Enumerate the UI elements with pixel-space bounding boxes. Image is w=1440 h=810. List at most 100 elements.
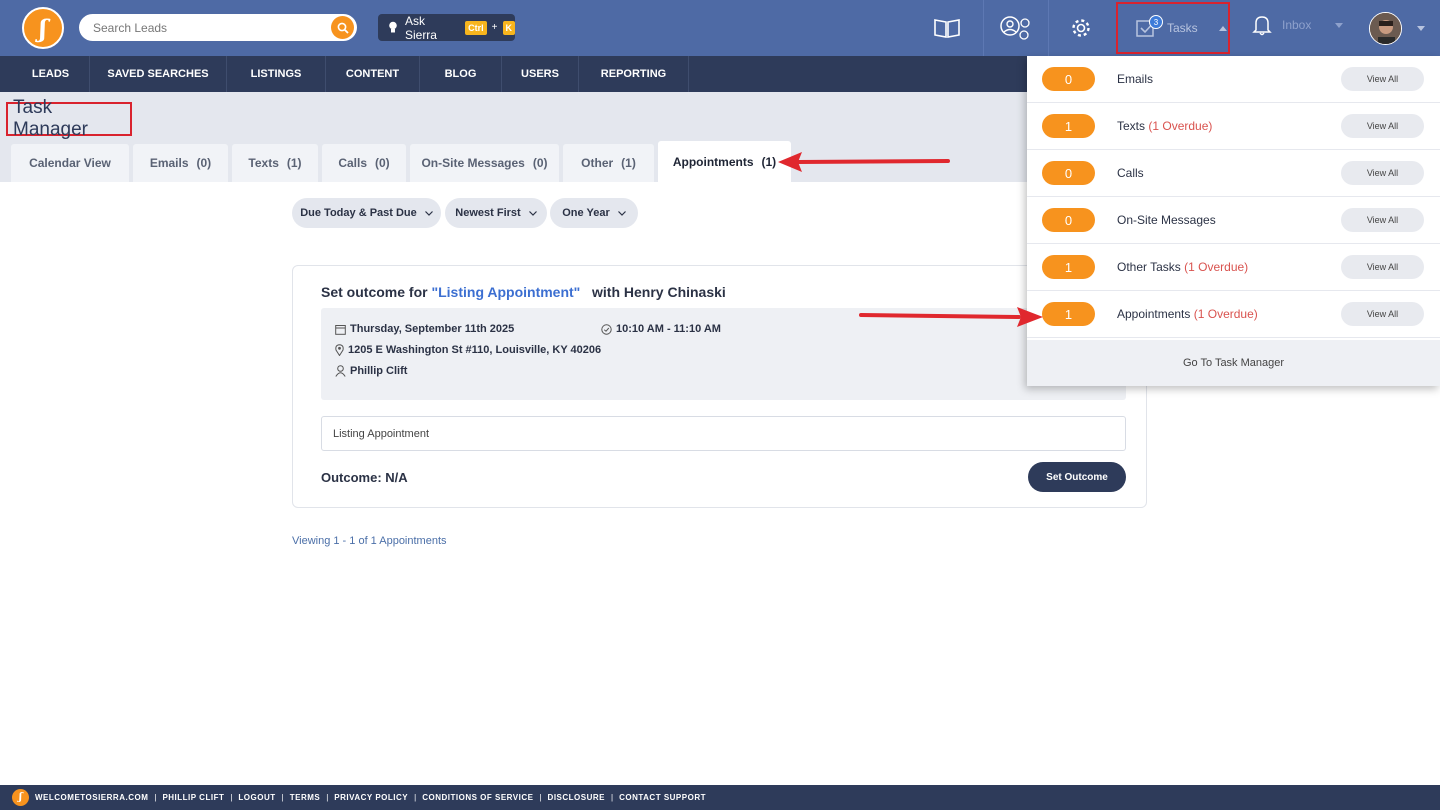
ask-sierra-label: Ask Sierra [404,13,437,42]
view-all-button[interactable]: View All [1341,114,1424,138]
footer-logo: ʃ [12,789,29,806]
nav-leads[interactable]: LEADS [12,56,90,92]
sierra-logo[interactable]: ʃ [22,7,64,49]
tab-count: (0) [375,156,390,170]
footer-separator: | [230,793,233,802]
chevron-down-icon [1335,22,1344,28]
tab-appointments[interactable]: Appointments (1) [658,141,791,182]
agent-text: Phillip Clift [350,365,408,377]
row-label: Emails [1117,72,1154,86]
footer-separator: | [611,793,614,802]
nav-listings[interactable]: LISTINGS [227,56,326,92]
chevron-down-icon [617,210,626,216]
nav-saved-searches[interactable]: SAVED SEARCHES [90,56,227,92]
tasks-menu-button[interactable]: 3 Tasks [1116,2,1230,54]
footer-separator: | [539,793,542,802]
dropdown-row-other-tasks[interactable]: 1 Other Tasks (1 Overdue) View All [1027,244,1440,291]
nav-reporting[interactable]: REPORTING [579,56,689,92]
view-all-button[interactable]: View All [1341,255,1424,279]
search-button[interactable] [331,16,354,39]
tab-count: (0) [196,156,212,170]
tab-calls[interactable]: Calls (0) [322,144,406,182]
tasks-dropdown: 0 Emails View All 1 Texts (1 Overdue) Vi… [1027,56,1440,386]
set-outcome-button[interactable]: Set Outcome [1028,462,1126,492]
row-label: Other Tasks (1 Overdue) [1117,260,1249,274]
settings-button[interactable] [1048,0,1113,56]
user-avatar[interactable] [1369,12,1402,45]
footer-link-support[interactable]: CONTACT SUPPORT [619,793,706,802]
nav-users[interactable]: USERS [502,56,579,92]
appointment-card: Set outcome for "Listing Appointment" wi… [292,265,1147,508]
footer-separator: | [326,793,329,802]
dropdown-row-on-site-messages[interactable]: 0 On-Site Messages View All [1027,197,1440,244]
filter-range[interactable]: One Year [550,198,638,228]
page-title-highlight: Task Manager [6,97,132,140]
bell-icon [1252,16,1272,36]
appointment-address: 1205 E Washington St #110, Louisville, K… [335,344,601,356]
filter-due-date[interactable]: Due Today & Past Due [292,198,441,228]
page-title: Task Manager [13,97,88,140]
dropdown-row-calls[interactable]: 0 Calls View All [1027,150,1440,197]
dropdown-row-appointments[interactable]: 1 Appointments (1 Overdue) View All [1027,291,1440,338]
count-badge: 0 [1042,161,1095,185]
ask-sierra-button[interactable]: Ask Sierra Ctrl + K [378,13,515,42]
team-icon [999,16,1030,40]
team-button[interactable] [983,0,1047,56]
footer-link-logout[interactable]: LOGOUT [238,793,275,802]
outcome-status: Outcome: N/A [321,470,408,485]
tab-on-site-messages[interactable]: On-Site Messages (0) [410,144,559,182]
view-all-button[interactable]: View All [1341,67,1424,91]
row-label: Texts (1 Overdue) [1117,119,1213,133]
tab-texts[interactable]: Texts (1) [232,144,318,182]
tab-label: Texts [248,156,279,170]
logo-glyph: ʃ [39,13,47,43]
appointment-title: Set outcome for "Listing Appointment" wi… [321,284,726,300]
tab-label: Other [581,156,614,170]
footer-separator: | [154,793,157,802]
footer-link-disclosure[interactable]: DISCLOSURE [548,793,605,802]
footer-separator: | [414,793,417,802]
footer-link-terms[interactable]: TERMS [290,793,321,802]
nav-blog[interactable]: BLOG [420,56,502,92]
appointment-time: 10:10 AM - 11:10 AM [601,323,721,335]
tab-count: (1) [761,154,777,169]
footer-link-privacy[interactable]: PRIVACY POLICY [334,793,408,802]
tab-emails[interactable]: Emails (0) [133,144,228,182]
appointment-note-field[interactable]: Listing Appointment [321,416,1126,451]
view-all-button[interactable]: View All [1341,161,1424,185]
search-input[interactable] [93,19,323,36]
time-text: 10:10 AM - 11:10 AM [616,323,721,335]
kbd-k: K [502,20,515,35]
tab-other[interactable]: Other (1) [563,144,654,182]
clock-icon [601,323,612,335]
title-suffix: with Henry Chinaski [592,284,726,300]
dropdown-row-texts[interactable]: 1 Texts (1 Overdue) View All [1027,103,1440,150]
footer-link-site[interactable]: WELCOMETOSIERRA.COM [35,793,148,802]
tab-count: (0) [532,156,548,170]
tab-calendar-view[interactable]: Calendar View [11,144,129,182]
footer-link-conditions[interactable]: CONDITIONS OF SERVICE [422,793,533,802]
filter-label: One Year [562,207,610,219]
go-to-task-manager-link[interactable]: Go To Task Manager [1027,340,1440,386]
appointment-type-link[interactable]: "Listing Appointment" [431,284,580,300]
count-badge: 1 [1042,302,1095,326]
tasks-label: Tasks [1167,21,1198,35]
filter-sort[interactable]: Newest First [445,198,547,228]
nav-content[interactable]: CONTENT [326,56,420,92]
tasks-count-badge: 3 [1149,15,1163,29]
count-badge: 1 [1042,255,1095,279]
count-badge: 0 [1042,208,1095,232]
inbox-menu-button[interactable]: Inbox [1252,14,1344,36]
overdue-label: (1 Overdue) [1193,307,1258,321]
book-button[interactable] [918,0,976,56]
count-badge: 0 [1042,67,1095,91]
view-all-button[interactable]: View All [1341,302,1424,326]
gear-icon [1072,19,1090,37]
dropdown-row-emails[interactable]: 0 Emails View All [1027,56,1440,103]
avatar-chevron-down-icon[interactable] [1417,26,1425,31]
tab-count: (1) [286,156,302,170]
footer-link-user[interactable]: PHILLIP CLIFT [162,793,224,802]
view-all-button[interactable]: View All [1341,208,1424,232]
filter-label: Newest First [455,207,521,219]
title-prefix: Set outcome for [321,284,428,300]
